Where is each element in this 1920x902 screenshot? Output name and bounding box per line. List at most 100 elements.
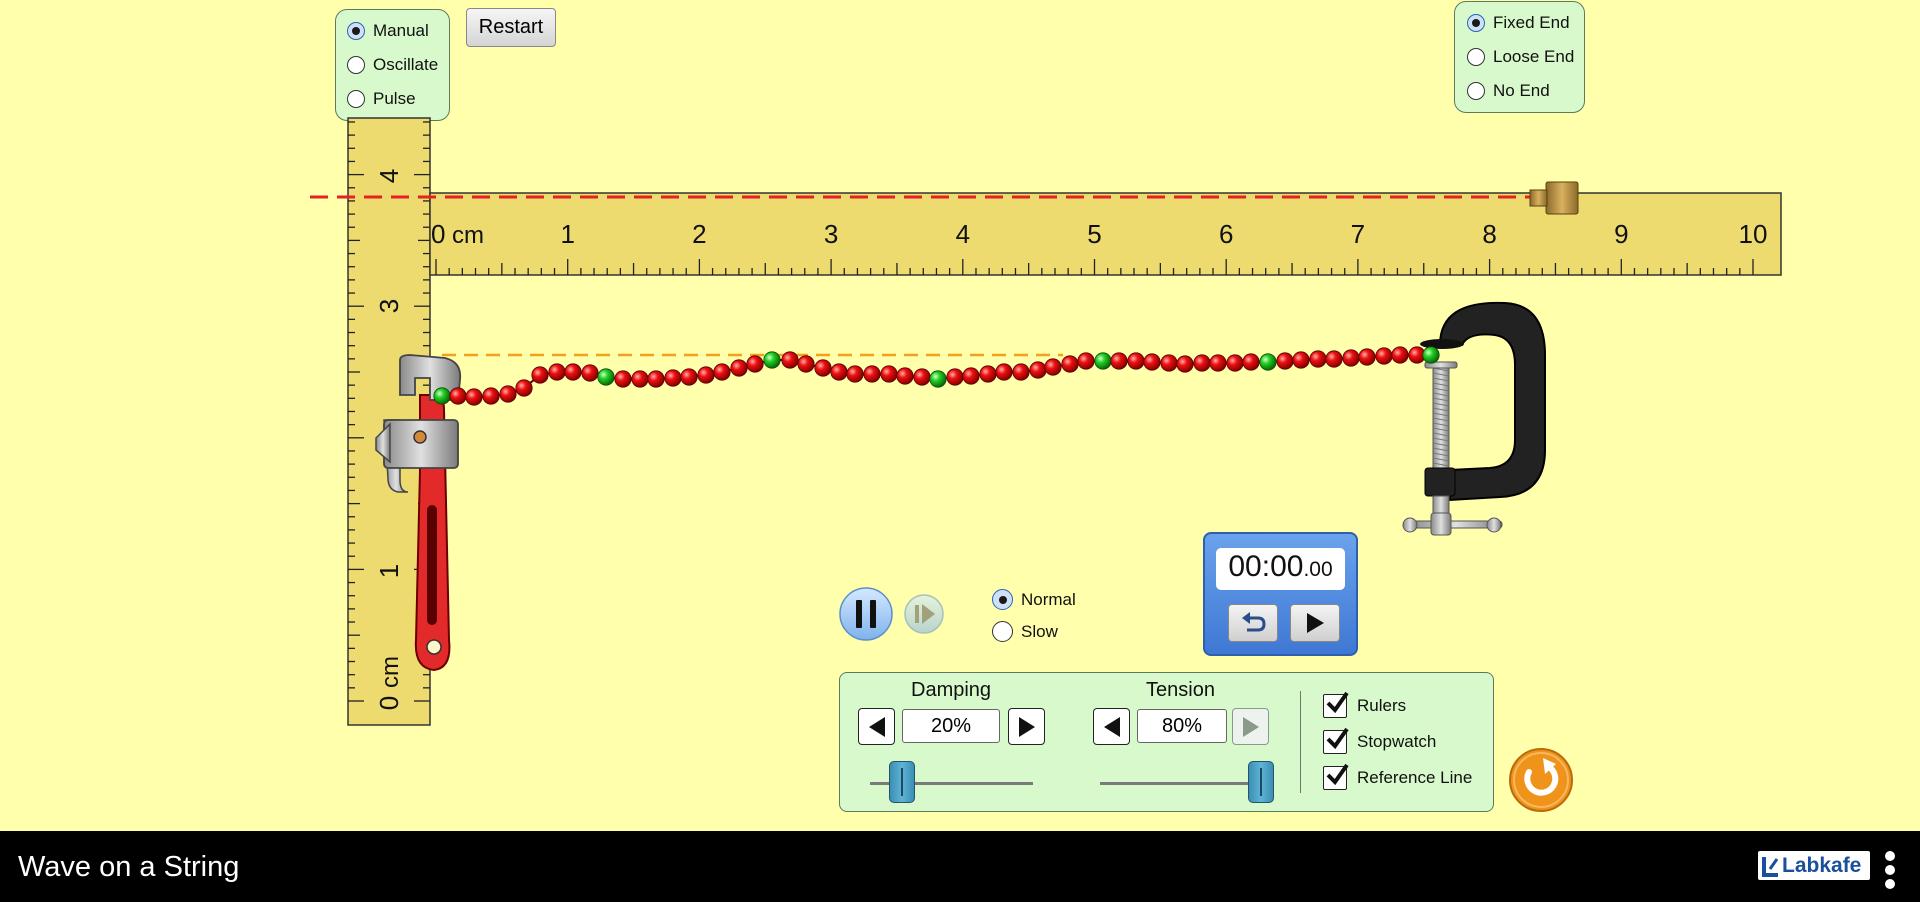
string-bead: [1012, 363, 1030, 381]
horizontal-ruler-tick-7: 7: [1351, 219, 1365, 249]
more-menu-icon[interactable]: [1884, 851, 1896, 891]
horizontal-ruler-tick-3: 3: [824, 219, 838, 249]
horizontal-ruler-tick-0: 0: [431, 219, 445, 249]
damping-slider-thumb[interactable]: [889, 761, 915, 803]
tension-slider-track[interactable]: [1100, 782, 1263, 785]
string-bead: [1029, 361, 1047, 379]
pause-button[interactable]: [839, 587, 893, 641]
string-bead: [581, 364, 599, 382]
string-bead: [781, 351, 799, 369]
string-bead: [1309, 350, 1327, 368]
string-bead: [962, 367, 980, 385]
horizontal-ruler-tick-9: 9: [1614, 219, 1628, 249]
string-bead: [814, 359, 832, 377]
string-bead: [449, 387, 467, 405]
string-bead: [746, 355, 764, 373]
reference-line-checkbox-row[interactable]: Reference Line: [1323, 763, 1472, 790]
checkmark-icon: [1326, 763, 1349, 786]
stopwatch-display: 00:00.00: [1216, 548, 1345, 590]
radio-slow[interactable]: [992, 621, 1013, 642]
string-bead: [548, 363, 566, 381]
string-bead: [979, 365, 997, 383]
damping-value[interactable]: 20%: [902, 709, 1000, 743]
speed-option-slow[interactable]: Slow: [992, 621, 1058, 642]
string-bead: [482, 387, 500, 405]
vertical-ruler-tick-0: 0: [374, 696, 404, 710]
damping-increase-button[interactable]: [1008, 708, 1045, 745]
tension-increase-button[interactable]: [1232, 708, 1269, 745]
stopwatch-checkbox[interactable]: [1323, 727, 1349, 754]
arrow-left-icon: [1103, 716, 1120, 737]
string-bead: [1143, 353, 1161, 371]
arrow-right-icon: [1018, 716, 1035, 737]
string-bead: [1276, 352, 1294, 370]
string-bead: [1209, 354, 1227, 372]
string-bead-marker: [763, 351, 781, 369]
string-bead: [946, 368, 964, 386]
string-bead: [1127, 352, 1145, 370]
vertical-ruler-tick-3: 3: [374, 299, 404, 313]
string-bead: [1226, 354, 1244, 372]
string-bead: [680, 368, 698, 386]
string-bead: [1342, 349, 1360, 367]
string-bead: [697, 366, 715, 384]
string-bead: [1176, 355, 1194, 373]
string-bead: [1160, 354, 1178, 372]
horizontal-ruler-tick-1: 1: [560, 219, 574, 249]
string-bead: [713, 363, 731, 381]
stopwatch-start-button[interactable]: [1290, 604, 1340, 642]
stopwatch-reset-button[interactable]: [1228, 604, 1278, 642]
string-bead: [1193, 354, 1211, 372]
string-bead: [846, 365, 864, 383]
reference-line-handle[interactable]: [1545, 181, 1579, 215]
string-bead: [1110, 352, 1128, 370]
horizontal-ruler-tick-8: 8: [1482, 219, 1496, 249]
labkafe-logo-icon: [1762, 856, 1779, 877]
string-bead: [1077, 352, 1095, 370]
string-bead: [896, 367, 914, 385]
rulers-checkbox-row[interactable]: Rulers: [1323, 691, 1406, 718]
horizontal-ruler-tick-6: 6: [1219, 219, 1233, 249]
panel-divider: [1300, 691, 1301, 793]
damping-decrease-button[interactable]: [858, 708, 895, 745]
horizontal-ruler-tick-5: 5: [1087, 219, 1101, 249]
string-bead: [863, 365, 881, 383]
string-bead: [564, 363, 582, 381]
arrow-left-icon: [868, 716, 885, 737]
tension-value[interactable]: 80%: [1137, 709, 1227, 743]
string-bead: [1391, 346, 1409, 364]
string-bead-marker[interactable]: [433, 387, 451, 405]
horizontal-ruler-tick-4: 4: [956, 219, 970, 249]
radio-normal[interactable]: [992, 589, 1013, 610]
string-bead: [1292, 351, 1310, 369]
string-bead: [614, 370, 632, 388]
string-bead-marker: [1422, 346, 1440, 364]
string-bead: [995, 363, 1013, 381]
horizontal-ruler-tick-2: 2: [692, 219, 706, 249]
tension-decrease-button[interactable]: [1093, 708, 1130, 745]
step-forward-button[interactable]: [904, 594, 944, 634]
string-bead: [1325, 350, 1343, 368]
reference-line-checkbox[interactable]: [1323, 763, 1349, 790]
string-bead: [647, 370, 665, 388]
string-bead-marker: [1259, 353, 1277, 371]
horizontal-ruler-tick-10: 10: [1739, 219, 1768, 249]
speed-option-normal[interactable]: Normal: [992, 589, 1076, 610]
rulers-checkbox[interactable]: [1323, 691, 1349, 718]
string-bead-marker: [1094, 352, 1112, 370]
tension-slider-thumb[interactable]: [1248, 761, 1274, 803]
string-bead: [664, 369, 682, 387]
app-title: Wave on a String: [18, 851, 240, 883]
checkmark-icon: [1326, 727, 1349, 750]
string-bead: [830, 363, 848, 381]
stopwatch-checkbox-row[interactable]: Stopwatch: [1323, 727, 1436, 754]
reset-all-button[interactable]: [1509, 748, 1573, 812]
control-panel: Damping 20% Tension 80% Rulers Stopwatch…: [839, 672, 1494, 812]
brand-logo[interactable]: Labkafe: [1758, 851, 1870, 880]
damping-label: Damping: [911, 679, 992, 701]
stopwatch[interactable]: 00:00.00: [1203, 532, 1358, 656]
horizontal-ruler-unit: cm: [452, 222, 484, 249]
string-bead: [1242, 353, 1260, 371]
string-bead: [631, 370, 649, 388]
string-bead: [1375, 347, 1393, 365]
